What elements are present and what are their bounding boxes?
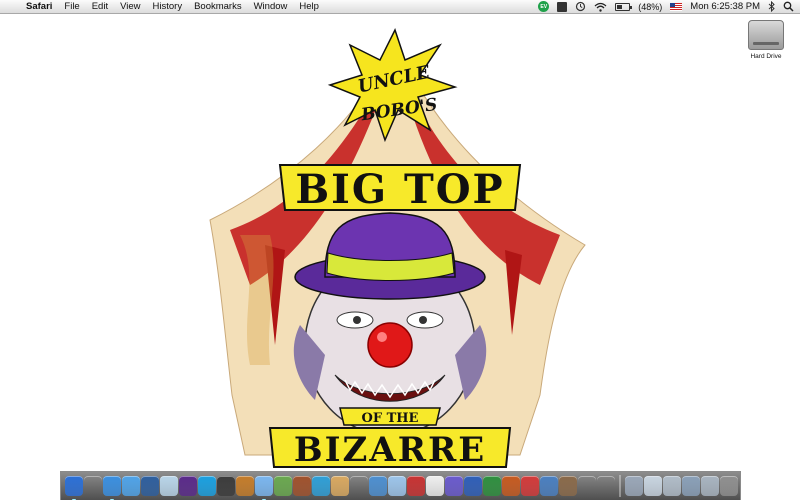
camera-icon[interactable] [578,476,596,496]
battery-percent[interactable]: (48%) [638,0,662,14]
dock [60,471,741,500]
menu-file[interactable]: File [58,0,85,14]
folder-icon[interactable] [644,476,662,496]
app-icon[interactable] [521,476,539,496]
wallpaper-text-big-top: BIG TOP [295,166,504,213]
menu-help[interactable]: Help [293,0,325,14]
spotlight-magnifier-icon[interactable] [783,0,794,14]
folder-icon[interactable] [682,476,700,496]
menu-bookmarks[interactable]: Bookmarks [188,0,248,14]
menu-bar: Safari File Edit View History Bookmarks … [0,0,800,14]
powerpoint-icon[interactable] [502,476,520,496]
folder-icon[interactable] [663,476,681,496]
word-icon[interactable] [464,476,482,496]
window-icon[interactable] [540,476,558,496]
dock-separator [619,475,621,497]
itunes-icon[interactable] [160,476,178,496]
user-icon[interactable] [331,476,349,496]
doc-icon[interactable] [426,476,444,496]
skype-icon[interactable] [198,476,216,496]
desktop-wallpaper: UNCLE BOBO'S BIG TOP OF THE BIZARRE [209,28,586,470]
menu-app-safari[interactable]: Safari [22,0,58,14]
bluetooth-icon[interactable] [768,0,775,14]
photo-icon[interactable] [293,476,311,496]
time-machine-icon[interactable] [575,0,586,14]
evernote-icon[interactable]: EV [538,0,550,14]
safari-icon[interactable] [103,476,121,500]
downloads-icon[interactable] [625,476,643,496]
flip-icon[interactable] [312,476,330,496]
menu-view[interactable]: View [114,0,146,14]
finder-icon[interactable] [65,476,83,500]
app-icon[interactable] [445,476,463,496]
iphoto-icon[interactable] [274,476,292,496]
guitar-icon[interactable] [236,476,254,496]
trash-icon[interactable] [720,476,738,496]
app-icon[interactable] [597,476,615,496]
excel-icon[interactable] [483,476,501,496]
battery-icon[interactable] [615,0,633,14]
menu-edit[interactable]: Edit [86,0,114,14]
dock-apps [65,476,615,500]
photo-icon[interactable] [559,476,577,496]
wallpaper-text-bizarre: BIZARRE [294,430,486,470]
clock[interactable]: Mon 6:25:38 PM [690,0,760,14]
ichat-icon[interactable] [122,476,140,496]
app-icon[interactable] [179,476,197,496]
system-icon[interactable] [369,476,387,496]
input-flag-icon[interactable] [670,0,683,14]
battery-fill [617,4,623,9]
dock-documents [625,476,738,496]
facetime-icon[interactable] [141,476,159,496]
wallpaper-text-of-the: OF THE [362,411,419,426]
dropbox-icon[interactable] [557,0,568,14]
menu-window[interactable]: Window [248,0,294,14]
itunes-icon[interactable] [255,476,273,500]
terminal-icon[interactable] [217,476,235,496]
wifi-icon[interactable] [594,0,607,14]
menu-history[interactable]: History [147,0,189,14]
tools-icon[interactable] [350,476,368,496]
preview-icon[interactable] [388,476,406,496]
dashboard-icon[interactable] [84,476,102,496]
folder-icon[interactable] [701,476,719,496]
calendar-icon[interactable] [407,476,425,496]
